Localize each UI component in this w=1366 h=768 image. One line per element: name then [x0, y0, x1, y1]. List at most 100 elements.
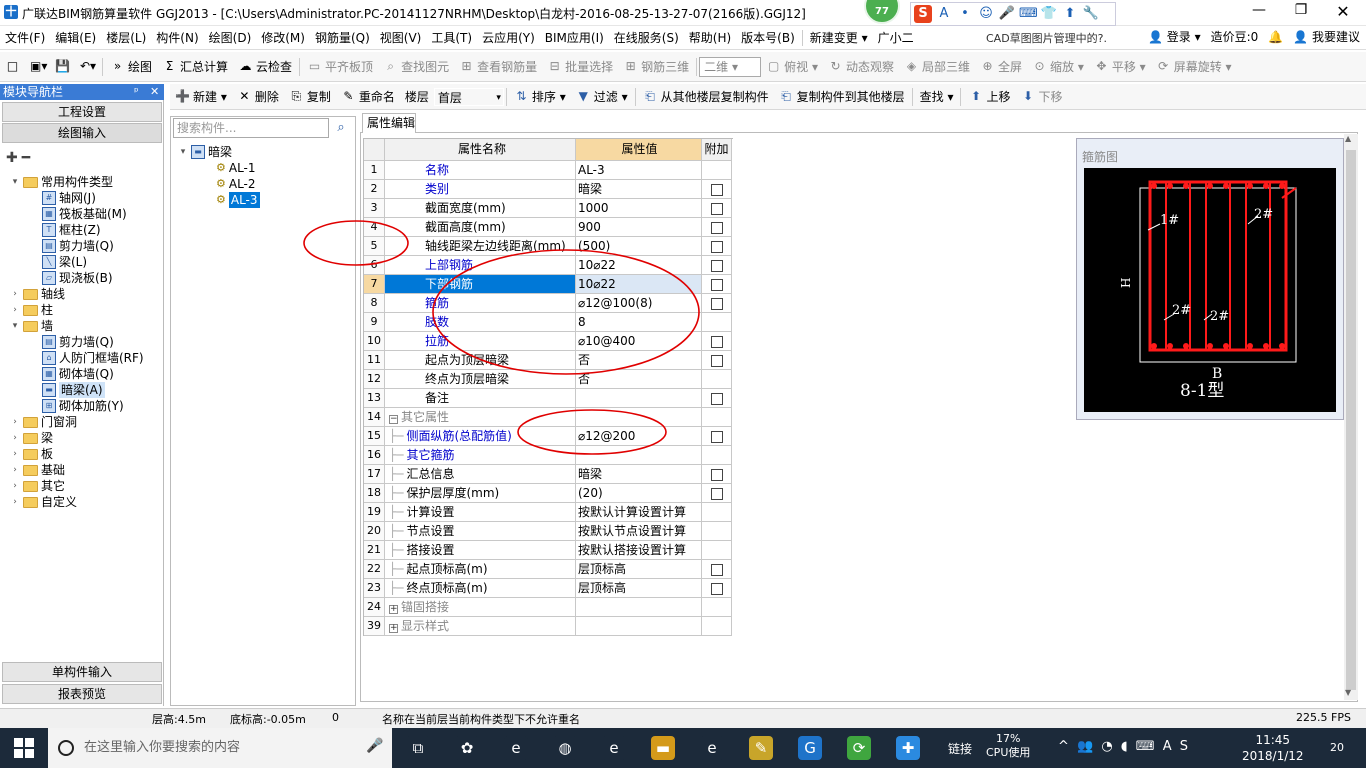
property-row[interactable]: 8 箍筋 ⌀12@100(8) — [364, 294, 733, 313]
property-value-cell[interactable] — [576, 617, 702, 636]
property-value-cell[interactable] — [576, 408, 702, 427]
component-tool-button[interactable]: 查找 ▾ — [915, 85, 959, 109]
nav-tree-item[interactable]: ▦ 筏板基础(M) — [42, 206, 127, 222]
nav-section-report-preview[interactable]: 报表预览 — [2, 684, 162, 704]
component-tool-button[interactable]: 楼层 — [400, 85, 434, 109]
property-row[interactable]: 22 ├─ 起点顶标高(m) 层顶标高 — [364, 560, 733, 579]
property-value-cell[interactable]: 1000 — [576, 199, 702, 218]
tree-expander-icon[interactable]: ▾ — [10, 174, 20, 190]
nav-tree-item[interactable]: ▾ 常用构件类型 — [10, 174, 113, 190]
property-name-cell[interactable]: ├─ 保护层厚度(mm) — [385, 484, 576, 503]
property-value-cell[interactable]: 层顶标高 — [576, 560, 702, 579]
property-row[interactable]: 17 ├─ 汇总信息 暗梁 — [364, 465, 733, 484]
property-row[interactable]: 24 + 锚固搭接 — [364, 598, 733, 617]
property-name-cell[interactable]: ├─ 侧面纵筋(总配筋值) — [385, 427, 576, 446]
attach-cell[interactable] — [702, 465, 732, 484]
property-name-cell[interactable]: ├─ 搭接设置 — [385, 541, 576, 560]
attach-cell[interactable] — [702, 294, 732, 313]
fan-app-icon[interactable]: ✿ — [455, 736, 479, 760]
component-tool-button[interactable]: ✕ 删除 — [232, 85, 284, 109]
property-value-cell[interactable]: 暗梁 — [576, 465, 702, 484]
property-name-cell[interactable]: − 其它属性 — [385, 408, 576, 427]
property-value-cell[interactable]: 按默认搭接设置计算 — [576, 541, 702, 560]
suggest-button[interactable]: 👤 我要建议 — [1293, 28, 1360, 45]
property-value-cell[interactable]: 否 — [576, 370, 702, 389]
header-property-name[interactable]: 属性名称 — [385, 139, 576, 161]
nav-tree-item[interactable]: › 板 — [10, 446, 53, 462]
ie-icon[interactable]: e — [700, 736, 724, 760]
component-tool-button[interactable]: ▼ 过滤 ▾ — [571, 85, 633, 109]
taskbar-link-label[interactable]: 链接 — [948, 740, 972, 757]
expand-collapse-tools[interactable]: ✚━ — [6, 150, 34, 166]
view-toolbar-button[interactable]: ✥ 平移 ▾ — [1089, 55, 1151, 79]
tree-expander-icon[interactable]: › — [10, 478, 20, 494]
nav-section-project-settings[interactable]: 工程设置 — [2, 102, 162, 122]
component-tool-button[interactable]: ⎗ 从其他楼层复制构件 — [638, 85, 774, 109]
windows-start-icon[interactable] — [14, 738, 34, 758]
property-value-cell[interactable] — [576, 389, 702, 408]
menu-item[interactable]: 视图(V) — [375, 27, 427, 49]
toolbar-button[interactable]: ⊟ 批量选择 — [542, 55, 618, 79]
tree-expander-icon[interactable]: › — [10, 414, 20, 430]
property-name-cell[interactable]: ├─ 计算设置 — [385, 503, 576, 522]
property-value-cell[interactable] — [576, 598, 702, 617]
attach-checkbox[interactable] — [710, 278, 723, 291]
component-tool-button[interactable]: ➕ 新建 ▾ — [170, 85, 232, 109]
attach-cell[interactable] — [702, 503, 732, 522]
nav-tree-item[interactable]: ▱ 现浇板(B) — [42, 270, 113, 286]
view-toolbar-button[interactable]: ▢ 俯视 ▾ — [761, 55, 823, 79]
menu-item[interactable]: 云应用(Y) — [477, 27, 540, 49]
expand-icon[interactable]: + — [389, 605, 398, 614]
nav-tree-item[interactable]: ▤ 剪力墙(Q) — [42, 238, 114, 254]
pin-icon[interactable]: ᵖ — [134, 84, 139, 100]
expand-icon[interactable]: + — [389, 624, 398, 633]
attach-cell[interactable] — [702, 560, 732, 579]
ime-tool-icon[interactable]: 🔧 — [1082, 5, 1100, 23]
property-row[interactable]: 18 ├─ 保护层厚度(mm) (20) — [364, 484, 733, 503]
tree-expander-icon[interactable]: › — [10, 494, 20, 510]
scroll-up-icon[interactable]: ▲ — [1345, 134, 1351, 143]
menu-item[interactable]: 版本号(B) — [736, 27, 800, 49]
nav-tree-item[interactable]: ╲ 梁(L) — [42, 254, 87, 270]
tab-property-edit[interactable]: 属性编辑 — [362, 113, 416, 133]
attach-cell[interactable] — [702, 256, 732, 275]
attach-checkbox[interactable] — [710, 582, 723, 595]
attach-cell[interactable] — [702, 180, 732, 199]
view-toolbar-button[interactable]: ⊙ 缩放 ▾ — [1027, 55, 1089, 79]
property-row[interactable]: 5 轴线距梁左边线距离(mm) (500) — [364, 237, 733, 256]
property-value-cell[interactable]: 否 — [576, 351, 702, 370]
property-name-cell[interactable]: 拉筋 — [385, 332, 576, 351]
toolbar-button[interactable]: ▭ 平齐板顶 — [302, 55, 378, 79]
menu-item[interactable]: 广小二 — [873, 27, 919, 49]
ime-tool-icon[interactable]: A — [935, 5, 953, 23]
attach-checkbox[interactable] — [710, 202, 723, 215]
tree-expander-icon[interactable]: › — [10, 286, 20, 302]
property-name-cell[interactable]: 轴线距梁左边线距离(mm) — [385, 237, 576, 256]
attach-cell[interactable] — [702, 427, 732, 446]
tree-expander-icon[interactable]: › — [10, 302, 20, 318]
taskbar-search-input[interactable]: 在这里输入你要搜索的内容 — [48, 728, 392, 768]
menu-item[interactable]: 楼层(L) — [101, 27, 151, 49]
property-row[interactable]: 16 ├─ 其它箍筋 — [364, 446, 733, 465]
bell-icon[interactable]: 🔔 — [1268, 30, 1283, 44]
edge-icon[interactable]: e — [602, 736, 626, 760]
nav-tree-item[interactable]: # 轴网(J) — [42, 190, 96, 206]
view-mode-select[interactable]: 二维 ▾ — [699, 56, 762, 77]
property-row[interactable]: 9 肢数 8 — [364, 313, 733, 332]
attach-checkbox[interactable] — [710, 240, 723, 253]
nav-tree-item[interactable]: ▦ 砌体墙(Q) — [42, 366, 114, 382]
toolbar-button[interactable]: ☁ 云检查 — [233, 55, 297, 79]
property-name-cell[interactable]: 终点为顶层暗梁 — [385, 370, 576, 389]
attach-checkbox[interactable] — [710, 259, 723, 272]
minimize-button[interactable]: — — [1244, 2, 1274, 22]
attach-cell[interactable] — [702, 313, 732, 332]
property-name-cell[interactable]: 起点为顶层暗梁 — [385, 351, 576, 370]
attach-cell[interactable] — [702, 199, 732, 218]
property-row[interactable]: 20 ├─ 节点设置 按默认节点设置计算 — [364, 522, 733, 541]
nav-tree-item[interactable]: ⊞ 砌体加筋(Y) — [42, 398, 124, 414]
view-toolbar-button[interactable]: ◈ 局部三维 — [899, 55, 975, 79]
collapse-all-icon[interactable]: ━ — [22, 150, 34, 166]
toolbar-button[interactable]: ▣▾ — [25, 55, 50, 79]
attach-cell[interactable] — [702, 598, 732, 617]
property-row[interactable]: 1 名称 AL-3 — [364, 161, 733, 180]
